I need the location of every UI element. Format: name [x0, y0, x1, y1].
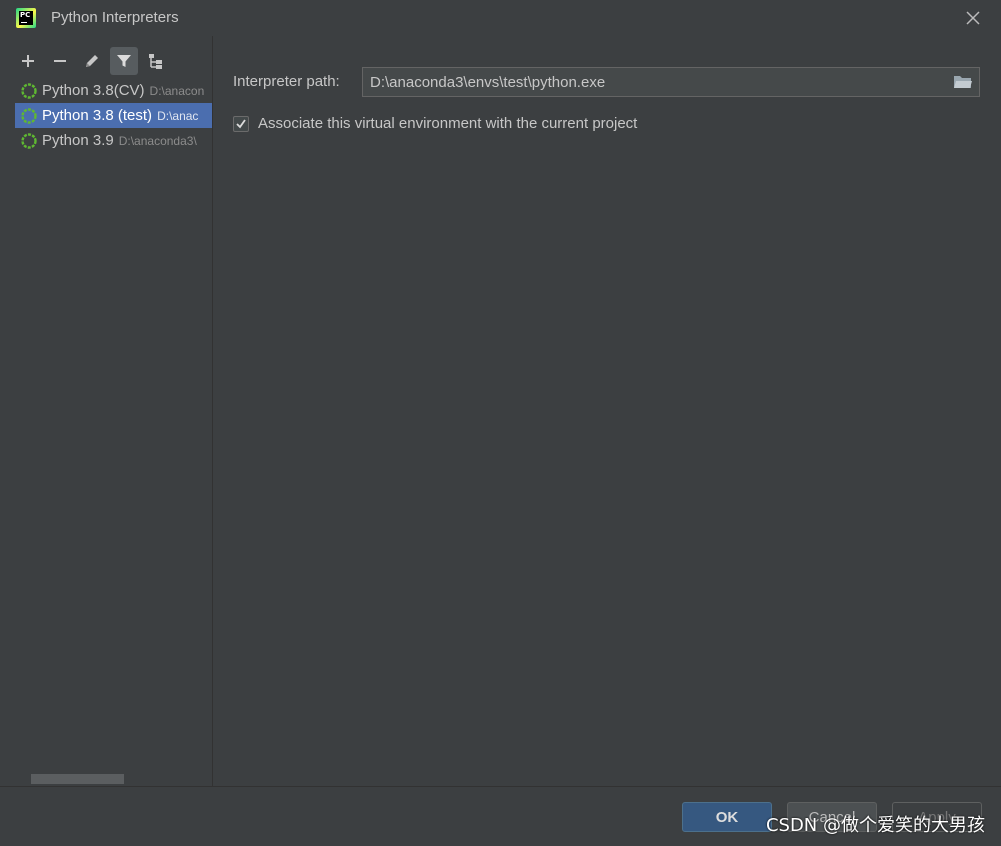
checkmark-icon [236, 118, 246, 128]
python-interpreter-icon [21, 132, 37, 149]
edit-button[interactable] [78, 47, 106, 75]
interpreter-list: Python 3.8(CV) D:\anacon Python 3.8 (tes… [15, 78, 212, 153]
add-button[interactable] [14, 47, 42, 75]
pycharm-logo-icon: PC [16, 8, 36, 28]
python-interpreter-icon [21, 107, 37, 124]
browse-folder-icon[interactable] [953, 74, 973, 90]
remove-button[interactable] [46, 47, 74, 75]
plus-icon [22, 55, 34, 67]
interpreter-name: Python 3.9 [42, 132, 114, 149]
list-toolbar [14, 44, 174, 78]
interpreter-item[interactable]: Python 3.8(CV) D:\anacon [15, 78, 212, 103]
interpreter-list-panel: Python 3.8(CV) D:\anacon Python 3.8 (tes… [0, 36, 213, 786]
python-interpreters-dialog: PC Python Interpreters Python 3.8(CV) D:… [0, 0, 1001, 846]
interpreter-path-label: Interpreter path: [233, 73, 340, 90]
associate-env-checkbox[interactable] [233, 115, 249, 132]
interpreter-path-field [362, 67, 980, 97]
interpreter-item[interactable]: Python 3.9 D:\anaconda3\ [15, 128, 212, 153]
interpreter-path: D:\anaconda3\ [118, 133, 197, 148]
logo-text: PC [20, 11, 31, 19]
python-interpreter-icon [21, 82, 37, 99]
filter-icon [117, 55, 131, 67]
horizontal-scrollbar[interactable] [31, 774, 124, 784]
watermark-text: CSDN @做个爱笑的大男孩 [765, 815, 985, 836]
interpreter-path: D:\anac [157, 108, 199, 123]
minus-icon [54, 60, 66, 62]
interpreter-name: Python 3.8 (test) [42, 107, 153, 124]
close-icon[interactable] [963, 8, 983, 28]
pencil-icon [86, 55, 98, 67]
tree-icon [149, 54, 162, 69]
show-paths-button[interactable] [142, 47, 170, 75]
interpreter-path: D:\anacon [149, 83, 205, 98]
filter-button[interactable] [110, 47, 138, 75]
title-bar: PC Python Interpreters [0, 0, 1001, 36]
interpreter-path-input[interactable] [363, 68, 943, 96]
interpreter-name: Python 3.8(CV) [42, 82, 145, 99]
ok-button[interactable]: OK [682, 802, 772, 832]
associate-env-label: Associate this virtual environment with … [258, 115, 638, 132]
interpreter-details-panel: Interpreter path: Associate this virtual… [213, 36, 1001, 786]
dialog-title: Python Interpreters [51, 9, 179, 26]
interpreter-item[interactable]: Python 3.8 (test) D:\anac [15, 103, 212, 128]
associate-env-option[interactable]: Associate this virtual environment with … [233, 115, 637, 132]
